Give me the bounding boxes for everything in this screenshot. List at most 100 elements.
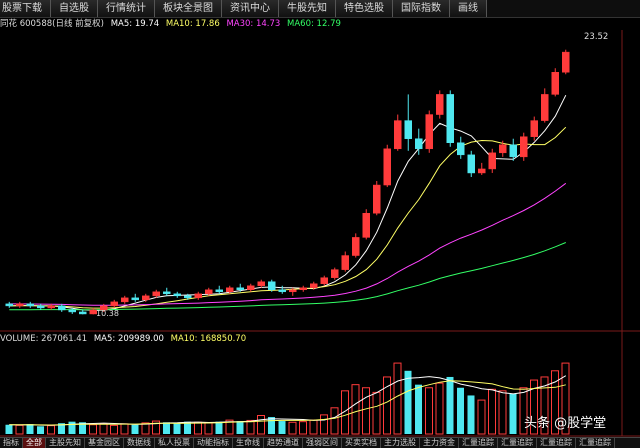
volume-bar — [5, 424, 13, 434]
candle-body — [163, 291, 171, 295]
candle-body — [488, 152, 496, 170]
bottom-indicator-tabs: 指标 全部 主股先知 基金园区 数据线 私人投票 动能指标 生命线 趋势通道 强弱区间 买卖实档 主力… — [0, 437, 640, 448]
toolbar-tab[interactable]: 特色选股 — [336, 0, 393, 17]
candle-body — [205, 289, 213, 295]
vol-ma10-readout: MA10: 168850.70 — [170, 334, 247, 344]
candle-body — [278, 289, 286, 293]
toolbar-tab[interactable]: 板块全景图 — [155, 0, 222, 17]
candle-body — [383, 148, 391, 186]
volume-bar — [299, 421, 307, 435]
candle-body — [551, 72, 559, 95]
volume-bar — [278, 421, 286, 434]
volume-bar — [68, 421, 76, 434]
ma30-readout: MA30: 14.73 — [226, 19, 281, 29]
volume-bar — [393, 362, 402, 435]
candle-body — [541, 94, 549, 121]
candle-body — [373, 184, 381, 214]
candle-body — [499, 144, 507, 154]
candle-body — [184, 295, 192, 299]
candle-body — [257, 281, 265, 286]
candle-body — [467, 154, 475, 174]
kline-chart[interactable]: 10.382008789 — [0, 30, 640, 437]
toolbar-tab[interactable]: 国际指数 — [393, 0, 450, 17]
candle-body — [16, 303, 24, 307]
volume-bar — [320, 414, 328, 435]
toolbar-tab[interactable]: 行情统计 — [98, 0, 155, 17]
toolbar-tab[interactable]: 股票下载 — [0, 0, 51, 17]
volume-bar — [509, 393, 517, 434]
volume-bar — [288, 421, 297, 435]
candle-body — [79, 311, 87, 315]
candle-body — [394, 120, 402, 150]
candle-body — [341, 255, 349, 270]
candle-body — [110, 301, 118, 307]
candle-body — [68, 309, 76, 313]
candle-body — [26, 303, 34, 307]
candle-body — [520, 136, 528, 158]
candle-body — [215, 289, 223, 293]
volume-bar — [163, 422, 170, 434]
volume-bar — [131, 424, 139, 434]
candle-body — [457, 142, 465, 156]
toolbar-tab[interactable]: 画线 — [450, 0, 487, 17]
volume-bar — [173, 423, 181, 434]
candle-body — [404, 120, 412, 139]
ma10-readout: MA10: 17.86 — [165, 19, 220, 29]
candle-body — [310, 283, 318, 289]
candle-body — [152, 291, 160, 297]
candle-body — [509, 144, 517, 158]
volume-bar — [15, 424, 24, 435]
candle-body — [194, 293, 202, 299]
volume-bar — [415, 384, 422, 434]
volume-bar — [351, 384, 360, 435]
candle-body — [562, 51, 570, 73]
low-price-label: 10.38 — [96, 309, 119, 318]
candle-body — [352, 237, 360, 256]
volume-bar — [435, 382, 444, 435]
volume-bar — [26, 424, 34, 434]
stock-title: 同花 600588(日线 前复权) — [0, 19, 104, 29]
candle-body — [268, 281, 276, 291]
toolbar-tab[interactable]: 牛股先知 — [279, 0, 336, 17]
top-toolbar: 股票下载 自选股 行情统计 板块全景图 资讯中心 牛股先知 特色选股 国际指数 画线 — [0, 0, 640, 18]
vol-ma10-line — [9, 380, 566, 426]
volume-bar — [110, 424, 118, 435]
volume-bar — [37, 426, 44, 434]
volume-bar — [467, 395, 475, 434]
volume-bar — [268, 417, 275, 434]
toolbar-tab[interactable]: 自选股 — [51, 0, 98, 17]
volume-bar — [477, 399, 486, 435]
volume-bar — [446, 376, 454, 434]
toolbar-tab[interactable]: 资讯中心 — [222, 0, 279, 17]
volume-bar — [257, 415, 265, 435]
candle-body — [425, 114, 433, 150]
volume-bar — [404, 370, 412, 434]
candle-body — [436, 94, 444, 115]
candle-body — [320, 277, 328, 284]
watermark: 头条 @股学堂 — [524, 416, 607, 431]
candle-body — [5, 303, 13, 307]
volume-bar — [236, 421, 244, 434]
volume-readout: VOLUME: 267061.41 — [0, 334, 88, 344]
candle-body — [121, 297, 129, 303]
volume-bar — [89, 424, 97, 435]
candle-body — [478, 168, 486, 174]
volume-bar — [215, 421, 223, 434]
candle-body — [362, 212, 370, 238]
candle-body — [131, 297, 139, 301]
ma10-line — [9, 126, 567, 309]
candle-body — [173, 293, 181, 297]
volume-info-bar: VOLUME: 267061.41 MA5: 209989.00 MA10: 1… — [0, 333, 640, 345]
volume-bar — [488, 388, 496, 435]
candle-body — [331, 269, 339, 278]
vol-ma5-readout: MA5: 209989.00 — [93, 334, 164, 344]
volume-bar — [425, 387, 433, 435]
candle-body — [58, 305, 66, 311]
ma60-line — [9, 242, 566, 311]
volume-bar — [99, 423, 108, 435]
candle-body — [247, 285, 255, 291]
volume-bar — [372, 391, 381, 435]
ma5-readout: MA5: 19.74 — [110, 19, 160, 29]
volume-bar — [309, 419, 318, 435]
volume-bar — [498, 390, 507, 435]
